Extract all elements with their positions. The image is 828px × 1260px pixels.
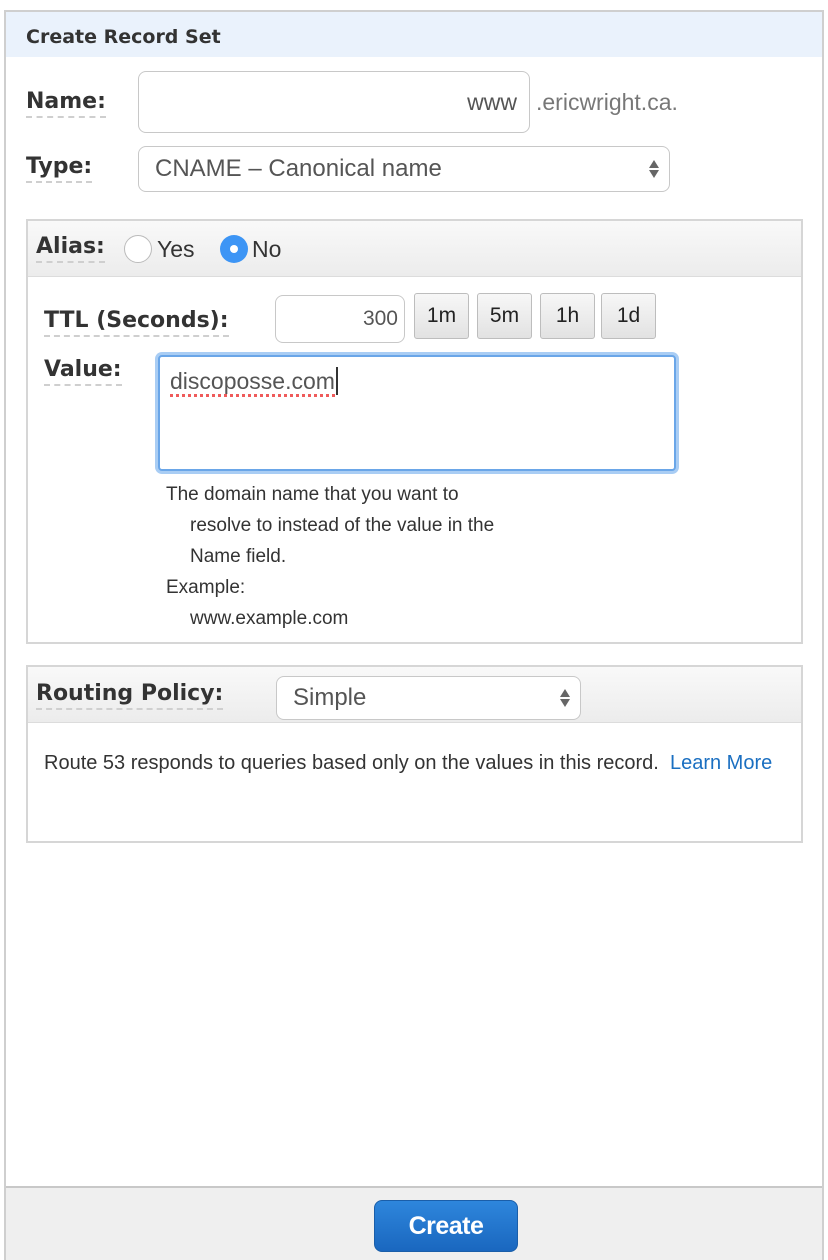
value-label: Value: — [44, 357, 122, 387]
routing-select-value: Simple — [293, 684, 367, 711]
routing-policy-select[interactable]: Simple — [276, 676, 581, 720]
alias-no-radio[interactable] — [220, 235, 248, 263]
create-button[interactable]: Create — [374, 1200, 518, 1252]
routing-policy-section: Routing Policy: Simple Route 53 responds… — [26, 665, 803, 843]
alias-label: Alias: — [36, 234, 105, 264]
routing-description-text: Route 53 responds to queries based only … — [44, 752, 659, 774]
text-caret — [335, 367, 338, 395]
alias-yes-radio[interactable] — [124, 235, 152, 263]
ttl-input[interactable]: 300 — [275, 295, 405, 343]
help-line: resolve to instead of the value in the — [190, 515, 495, 536]
routing-description: Route 53 responds to queries based only … — [44, 747, 794, 779]
help-line: The domain name that you want to — [166, 484, 459, 505]
footer-bar: Create — [6, 1186, 822, 1260]
alias-header: Alias: Yes No — [28, 221, 801, 277]
ttl-5m-button[interactable]: 5m — [477, 293, 532, 339]
type-select-value: CNAME – Canonical name — [155, 155, 442, 182]
name-label: Name: — [26, 89, 106, 119]
help-line: Name field. — [190, 546, 287, 567]
ttl-1d-button[interactable]: 1d — [601, 293, 656, 339]
domain-suffix: .ericwright.ca. — [536, 89, 678, 115]
alias-no-label[interactable]: No — [252, 236, 281, 263]
ttl-1h-button[interactable]: 1h — [540, 293, 595, 339]
routing-header: Routing Policy: Simple — [28, 667, 801, 723]
type-label: Type: — [26, 154, 93, 184]
select-arrows-icon — [560, 689, 570, 707]
value-help-text: The domain name that you want to resolve… — [166, 479, 494, 634]
learn-more-link[interactable]: Learn More — [670, 752, 772, 774]
ttl-1m-button[interactable]: 1m — [414, 293, 469, 339]
routing-policy-label: Routing Policy: — [36, 681, 224, 711]
help-example-label: Example: — [166, 577, 246, 598]
value-textarea[interactable]: discoposse.com — [158, 355, 676, 471]
create-record-set-panel: Create Record Set Name: www .ericwright.… — [4, 10, 824, 1260]
select-arrows-icon — [649, 160, 659, 178]
value-text: discoposse.com — [170, 368, 335, 397]
help-example-value: www.example.com — [190, 608, 349, 629]
ttl-label: TTL (Seconds): — [44, 308, 229, 338]
name-input[interactable]: www — [138, 71, 530, 133]
type-select[interactable]: CNAME – Canonical name — [138, 146, 670, 192]
alias-section: Alias: Yes No TTL (Seconds): 300 1m 5m 1… — [26, 219, 803, 644]
panel-title: Create Record Set — [6, 12, 822, 57]
alias-yes-label[interactable]: Yes — [157, 236, 195, 263]
